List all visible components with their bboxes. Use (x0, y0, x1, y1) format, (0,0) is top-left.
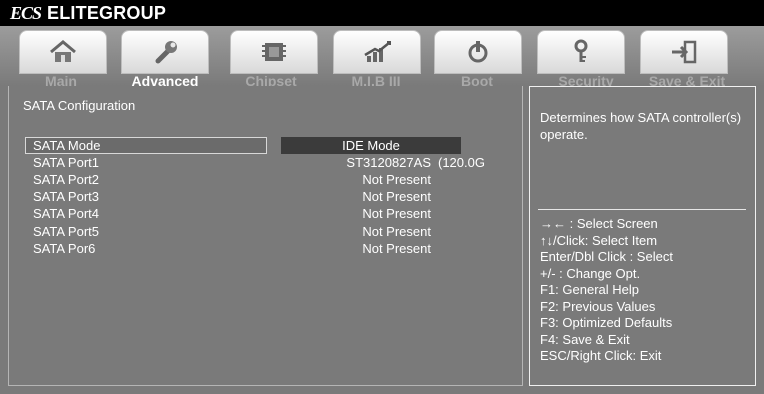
help-description: Determines how SATA controller(s) operat… (540, 110, 742, 142)
tab-chipset[interactable] (230, 30, 318, 74)
exit-icon (672, 40, 697, 64)
setting-row-sata-port3: SATA Port3 Not Present (33, 188, 523, 205)
setting-extra: (120.0G (438, 155, 485, 170)
setting-row-sata-port5: SATA Port5 Not Present (33, 223, 523, 240)
key-icon (574, 39, 588, 62)
setting-row-sata-port1: SATA Port1 ST3120827AS (120.0G (33, 154, 523, 171)
tab-main[interactable] (19, 30, 107, 74)
setting-value: Not Present (362, 189, 431, 204)
key-hint: →← : Select Screen (540, 216, 658, 231)
key-hint: F3: Optimized Defaults (540, 315, 673, 330)
setting-label: SATA Port5 (33, 224, 99, 239)
tab-security[interactable] (537, 30, 625, 74)
setting-label: SATA Por6 (33, 241, 96, 256)
tab-boot[interactable] (434, 30, 522, 74)
tab-mib[interactable] (333, 30, 421, 74)
key-hint: F2: Previous Values (540, 298, 656, 314)
setting-value: Not Present (362, 206, 431, 221)
brand-name: ELITEGROUP (47, 2, 167, 23)
tab-strip: Main Advanced Chipset M.I.B III Boot Sec… (0, 26, 764, 89)
top-bar: ECS ELITEGROUP (0, 0, 764, 26)
key-hint: Enter/Dbl Click : Select (540, 249, 673, 264)
power-icon (468, 41, 488, 63)
key-hint: ESC/Right Click: Exit (540, 348, 662, 363)
tab-advanced[interactable] (121, 30, 209, 74)
setting-label: SATA Port1 (33, 155, 99, 170)
brand-logo: ECS ELITEGROUP (10, 3, 166, 23)
setting-label: SATA Port2 (33, 172, 99, 187)
setting-row-sata-port6: SATA Por6 Not Present (33, 240, 523, 257)
setting-row-sata-port2: SATA Port2 Not Present (33, 171, 523, 188)
wrench-icon (155, 41, 177, 64)
content-panel: SATA Configuration IDE Mode SATA Mode SA… (8, 86, 756, 386)
key-hint: +/- : Change Opt. (540, 265, 641, 281)
setting-value: Not Present (362, 241, 431, 256)
setting-value: Not Present (362, 224, 431, 239)
setting-value: Not Present (362, 172, 431, 187)
key-hint: F4: Save & Exit (540, 331, 630, 347)
setting-label: SATA Port4 (33, 206, 99, 221)
chip-icon (262, 43, 286, 61)
setting-label: SATA Port3 (33, 189, 99, 204)
chart-icon (364, 41, 391, 62)
page-title: SATA Configuration (23, 98, 136, 113)
key-hint: F1: General Help (540, 282, 639, 297)
settings-pane: SATA Configuration IDE Mode SATA Mode SA… (8, 86, 523, 386)
tab-save-exit[interactable] (640, 30, 728, 74)
key-hint: ↑↓/Click: Select Item (540, 232, 658, 248)
setting-row-sata-port4: SATA Port4 Not Present (33, 205, 523, 222)
help-pane: Determines how SATA controller(s) operat… (529, 86, 756, 386)
brand-mark: ECS (10, 2, 42, 23)
home-icon (50, 40, 76, 62)
setting-row-sata-mode[interactable]: SATA Mode (33, 137, 523, 154)
help-divider (538, 209, 746, 210)
setting-label: SATA Mode (33, 138, 101, 153)
key-legend: →← : Select Screen ↑↓/Click: Select Item… (540, 216, 673, 365)
setting-value: ST3120827AS (346, 155, 431, 170)
